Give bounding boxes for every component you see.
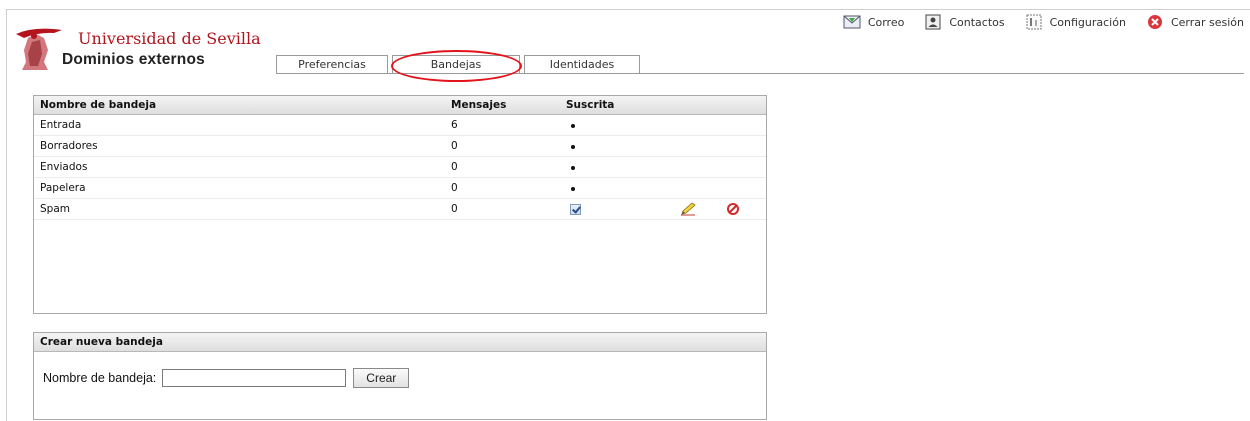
folder-list-panel: Nombre de bandeja Mensajes Suscrita Entr…	[33, 95, 767, 314]
message-count: 0	[451, 203, 458, 215]
folder-table-header: Nombre de bandeja Mensajes Suscrita	[34, 96, 766, 115]
table-row[interactable]: Entrada 6	[34, 115, 766, 136]
delete-icon[interactable]	[726, 202, 742, 216]
contacts-icon	[924, 14, 942, 30]
subscribed-bullet-icon	[571, 124, 575, 128]
folder-name: Borradores	[40, 140, 98, 152]
logout-link[interactable]: Cerrar sesión	[1146, 14, 1244, 30]
table-row[interactable]: Borradores 0	[34, 136, 766, 157]
site-subtitle: Dominios externos	[62, 51, 205, 68]
column-header-messages: Mensajes	[451, 99, 507, 111]
message-count: 0	[451, 140, 458, 152]
message-count: 6	[451, 119, 458, 131]
logout-label: Cerrar sesión	[1170, 15, 1244, 29]
contacts-link[interactable]: Contactos	[924, 14, 1005, 30]
settings-label: Configuración	[1049, 15, 1126, 29]
folder-name: Enviados	[40, 161, 88, 173]
tab-identities[interactable]: Identidades	[524, 55, 640, 73]
create-folder-button[interactable]: Crear	[353, 368, 410, 388]
folder-name: Papelera	[40, 182, 86, 194]
contacts-label: Contactos	[949, 15, 1005, 29]
message-count: 0	[451, 161, 458, 173]
top-divider	[6, 9, 1250, 10]
tab-folders[interactable]: Bandejas	[392, 55, 520, 73]
new-folder-panel: Crear nueva bandeja Nombre de bandeja: C…	[33, 332, 767, 420]
university-name: Universidad de Sevilla	[78, 29, 261, 48]
column-header-subscribed: Suscrita	[566, 99, 615, 111]
mail-label: Correo	[867, 15, 905, 29]
column-header-name: Nombre de bandeja	[40, 99, 157, 111]
mail-link[interactable]: Correo	[843, 14, 905, 30]
folder-name-label: Nombre de bandeja:	[43, 371, 157, 385]
top-toolbar: Correo Contactos Configuración Cerrar se…	[823, 14, 1244, 30]
left-divider	[6, 9, 7, 421]
table-row[interactable]: Enviados 0	[34, 157, 766, 178]
page: Universidad de Sevilla Dominios externos…	[0, 0, 1250, 421]
folder-name-input[interactable]	[162, 369, 347, 387]
university-logo: Universidad de Sevilla Dominios externos	[14, 24, 279, 72]
new-folder-header: Crear nueva bandeja	[34, 333, 766, 352]
subscribed-checkbox[interactable]	[570, 204, 581, 215]
new-folder-title: Crear nueva bandeja	[40, 336, 163, 348]
logout-icon	[1146, 14, 1164, 30]
settings-icon	[1025, 14, 1043, 30]
table-row[interactable]: Spam 0	[34, 199, 766, 220]
tab-preferences[interactable]: Preferencias	[276, 55, 388, 73]
settings-link[interactable]: Configuración	[1025, 14, 1126, 30]
folder-name: Entrada	[40, 119, 82, 131]
rename-icon[interactable]	[680, 202, 696, 216]
subscribed-bullet-icon	[571, 145, 575, 149]
subscribed-bullet-icon	[571, 187, 575, 191]
tabs-baseline	[276, 73, 1244, 74]
new-folder-form: Nombre de bandeja: Crear	[43, 368, 410, 388]
folder-name: Spam	[40, 203, 70, 215]
table-row[interactable]: Papelera 0	[34, 178, 766, 199]
subscribed-bullet-icon	[571, 166, 575, 170]
mail-icon	[843, 14, 861, 30]
message-count: 0	[451, 182, 458, 194]
